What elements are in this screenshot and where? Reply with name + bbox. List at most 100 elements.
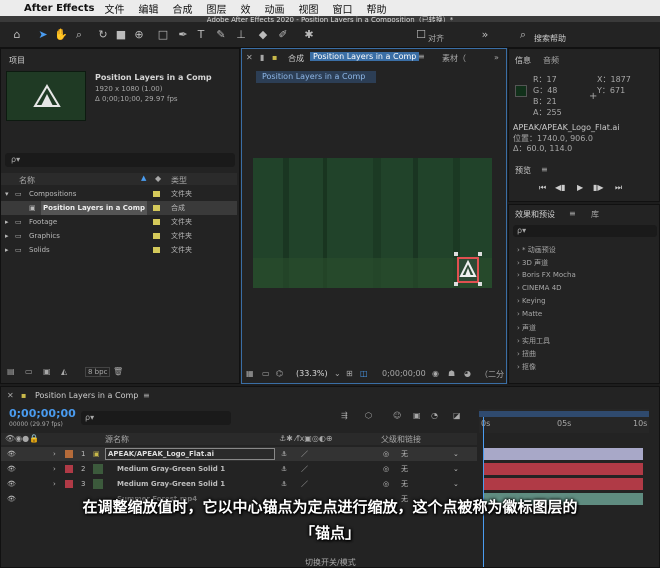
col-source-name[interactable]: 源名称 [105,434,129,445]
work-area-bar[interactable] [479,411,649,417]
fx-item[interactable]: › 抠像 [517,362,536,372]
selection-tool-icon[interactable]: ➤ [36,28,50,42]
fx-item[interactable]: › 实用工具 [517,336,550,346]
eraser-tool-icon[interactable]: ◆ [256,28,270,42]
audio-tab[interactable]: 音频 [543,55,559,66]
frame-blend-icon[interactable]: ▣ [413,411,421,420]
layer-name[interactable]: APEAK/APEAK_Logo_Flat.ai [105,448,275,460]
project-item[interactable]: ▸ ▭ Footage 文件夹 [1,215,237,229]
chevron-down-icon[interactable]: ⌄ [453,447,459,461]
menu-edit[interactable]: 编辑 [138,1,158,16]
snapshot-icon[interactable]: ◉ [432,369,439,378]
collapse-icon[interactable]: ⚓ [281,447,287,461]
disclosure-icon[interactable]: ▾ [5,187,9,201]
transform-handle[interactable] [478,252,482,256]
bpc-button[interactable]: 8 bpc [85,367,111,377]
layer-name[interactable]: Medium Gray-Green Solid 1 [117,462,225,476]
collapse-icon[interactable]: ⚓ [281,477,287,491]
eye-icon[interactable]: 👁 [7,462,16,476]
type-tool-icon[interactable]: T [194,28,208,42]
footage-tab[interactable]: 素材（ [442,53,466,64]
new-folder-icon[interactable]: ▭ [25,367,33,376]
comp-subtab[interactable]: Position Layers in a Comp [256,71,376,83]
graph-editor-icon[interactable]: ◪ [453,411,461,420]
disclosure-icon[interactable]: › [53,462,56,476]
new-comp-icon[interactable]: ▣ [43,367,51,376]
menu-file[interactable]: 文件 [104,1,124,16]
hand-tool-icon[interactable]: ✋ [54,28,68,42]
comp-tab-label[interactable]: 合成 [288,53,304,64]
puppet-tool-icon[interactable]: ✱ [302,28,316,42]
fx-item[interactable]: › Keying [517,297,546,305]
comp-mini-flowchart-icon[interactable]: ⇶ [341,411,348,420]
menu-icon[interactable]: ≡ [569,209,576,218]
pen-tool-icon[interactable]: ✒ [176,28,190,42]
interpret-footage-icon[interactable]: ▤ [7,367,15,376]
disclosure-icon[interactable]: › [53,447,56,461]
layer-bar-logo[interactable] [483,448,643,460]
disclosure-icon[interactable]: ▸ [5,215,9,229]
fx-item[interactable]: › Matte [517,310,542,318]
col-name[interactable]: 名称 [19,175,35,186]
search-help[interactable]: 搜索帮助 [534,33,566,44]
first-frame-icon[interactable]: ⏮ [539,183,546,193]
pickwhip-icon[interactable]: ◎ [383,477,389,491]
workspace-icon[interactable]: » [478,28,492,42]
collapse-icon[interactable]: ⚓ [281,462,287,476]
last-frame-icon[interactable]: ⏭ [615,183,622,193]
fx-item[interactable]: › Boris FX Mocha [517,271,576,279]
zoom-select[interactable]: (33.3%) [296,369,328,378]
disclosure-icon[interactable]: ▸ [5,229,9,243]
menu-icon[interactable]: ≡ [418,52,425,61]
project-search-input[interactable]: ρ▾ [5,153,235,167]
parent-select[interactable]: 无 [401,447,408,461]
brush-tool-icon[interactable]: ✎ [214,28,228,42]
col-type[interactable]: 类型 [171,175,187,186]
chevron-down-icon[interactable]: ⌄ [453,477,459,491]
home-icon[interactable]: ⌂ [10,28,24,42]
time-ruler[interactable]: 0s 05s 10s [479,409,649,433]
close-tab-icon[interactable]: ✕ [246,53,253,62]
effects-tab[interactable]: 效果和预设 [515,209,555,220]
fx-item[interactable]: › 扭曲 [517,349,536,359]
disclosure-icon[interactable]: › [53,477,56,491]
more-icon[interactable]: » [494,53,499,62]
rectangle-tool-icon[interactable]: □ [156,28,170,42]
label-color[interactable] [65,480,73,488]
chevron-down-icon[interactable]: ⌄ [453,462,459,476]
show-snapshot-icon[interactable]: ☗ [448,369,455,378]
transform-handle[interactable] [478,282,482,286]
layer-name[interactable]: Medium Gray-Green Solid 1 [117,477,225,491]
project-panel-title[interactable]: 项目 [9,55,25,66]
fx-item[interactable]: › 声道 [517,323,536,333]
library-tab[interactable]: 库 [591,209,599,220]
resolution-select[interactable]: （二分 [480,369,504,380]
preview-title[interactable]: 预览 [515,165,531,176]
shy-icon[interactable]: ☺ [393,411,401,420]
menu-effect[interactable]: 效 [240,1,250,16]
pickwhip-icon[interactable]: ◎ [383,447,389,461]
fx-item[interactable]: › * 动画预设 [517,245,556,255]
roto-tool-icon[interactable]: ✐ [276,28,290,42]
grid-icon[interactable]: ⊞ [346,369,353,378]
menu-icon[interactable]: ≡ [143,391,150,400]
monitor-icon[interactable]: ▭ [262,369,270,378]
col-parent[interactable]: 父级和链接 [381,434,421,445]
layer-row[interactable]: 👁 › 2 Medium Gray-Green Solid 1 ⚓ ／ ◎ 无 … [1,462,477,476]
motion-blur-icon[interactable]: ◔ [431,411,438,420]
align-checkbox[interactable]: ☐ [414,28,428,42]
quality-icon[interactable]: ／ [301,462,308,476]
timeline-search-input[interactable]: ρ▾ [81,411,231,425]
menu-composition[interactable]: 合成 [172,1,192,16]
app-name[interactable]: After Effects [20,3,94,14]
trash-icon[interactable]: 🗑 [113,367,123,376]
menu-icon[interactable]: ≡ [541,165,548,174]
layer-bar-solid[interactable] [483,463,643,475]
eye-icon[interactable]: 👁 [7,477,16,491]
next-frame-icon[interactable]: ▮▶ [593,183,604,192]
parent-select[interactable]: 无 [401,462,408,476]
transform-handle[interactable] [454,282,458,286]
menu-view[interactable]: 视图 [298,1,318,16]
search-icon[interactable]: ⌕ [516,28,530,42]
eye-icon[interactable]: 👁 [7,447,16,461]
